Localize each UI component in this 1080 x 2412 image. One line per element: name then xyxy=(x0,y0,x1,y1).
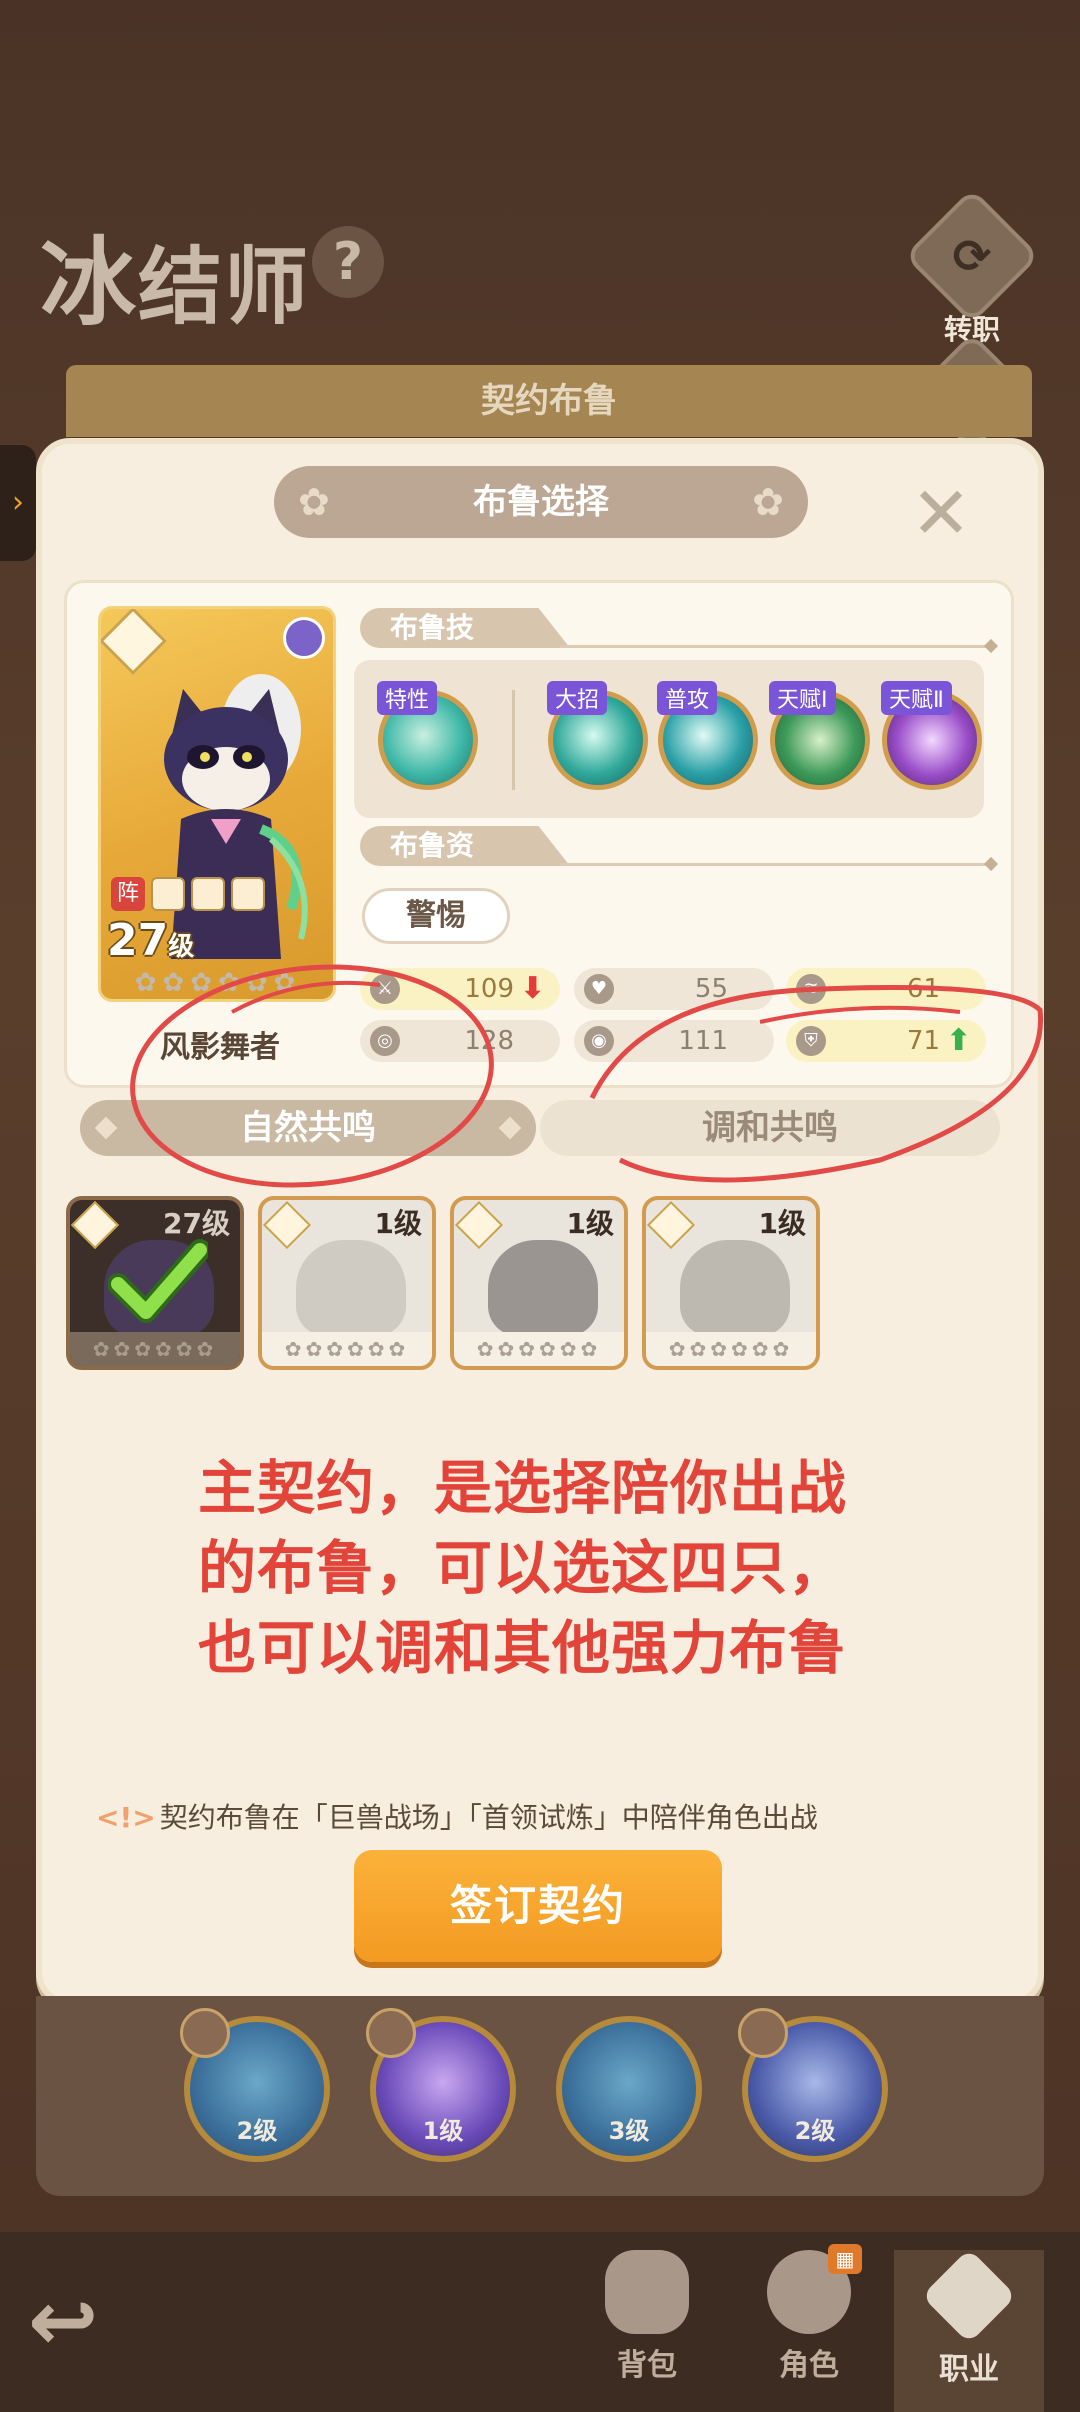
dock-skill[interactable]: 1级 xyxy=(366,2008,516,2162)
dock-skill[interactable]: 2级 xyxy=(180,2008,330,2162)
back-icon[interactable]: ↩ xyxy=(28,2276,168,2366)
nav-bag[interactable]: 背包 xyxy=(572,2250,722,2384)
gift-icon: ▦ xyxy=(828,2244,862,2274)
annotation-line: 主契约，是选择陪你出战 xyxy=(198,1454,848,1522)
warning-icon: <!> xyxy=(96,1801,156,1834)
dock-skill-level: 2级 xyxy=(794,2117,836,2145)
nav-character[interactable]: ▦ 角色 xyxy=(734,2244,884,2384)
equip-badge-icon xyxy=(738,2008,788,2058)
dock-skill[interactable]: 2级 xyxy=(738,2008,888,2162)
nav-profession[interactable]: 职业 xyxy=(894,2248,1044,2412)
sign-contract-button[interactable]: 签订契约 xyxy=(354,1850,722,1962)
annotation-text: 主契约，是选择陪你出战 的布鲁，可以选这四只， 也可以调和其他强力布鲁 xyxy=(198,1448,998,1688)
annotation-line: 的布鲁，可以选这四只， xyxy=(198,1534,848,1602)
equip-badge-icon xyxy=(180,2008,230,2058)
equip-badge-icon xyxy=(366,2008,416,2058)
nav-bag-label: 背包 xyxy=(617,2348,677,2383)
bag-icon xyxy=(605,2250,689,2334)
dock-skill-level: 2级 xyxy=(236,2117,278,2145)
dock-skill-level: 3级 xyxy=(608,2117,650,2145)
profession-icon xyxy=(921,2248,1017,2344)
nav-character-label: 角色 xyxy=(779,2348,839,2383)
dock-skill[interactable]: 3级 xyxy=(556,2016,702,2162)
annotation-line: 也可以调和其他强力布鲁 xyxy=(198,1614,848,1682)
dock-skill-level: 1级 xyxy=(422,2117,464,2145)
nav-profession-label: 职业 xyxy=(939,2352,999,2387)
contract-tip-text: 契约布鲁在「巨兽战场」「首领试炼」中陪伴角色出战 xyxy=(159,1801,818,1834)
contract-tip: <!> 契约布鲁在「巨兽战场」「首领试炼」中陪伴角色出战 xyxy=(96,1796,996,1836)
